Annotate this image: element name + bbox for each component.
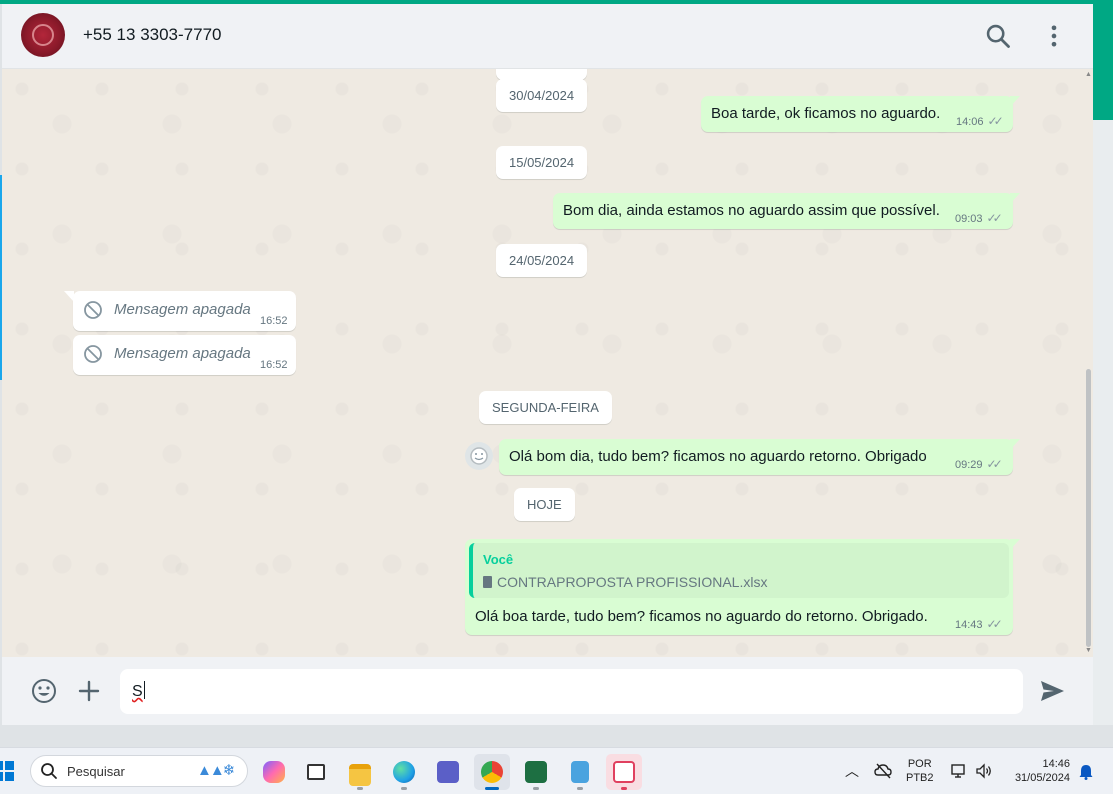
blocked-icon xyxy=(84,345,102,363)
message-meta: 09:03 ✓✓ xyxy=(955,211,1003,225)
message-text: Olá bom dia, tudo bem? ficamos no aguard… xyxy=(509,448,927,465)
background-window-edge xyxy=(1093,0,1113,793)
message-time: 16:52 xyxy=(260,315,288,327)
excel-icon xyxy=(525,761,547,783)
notepad-icon xyxy=(571,761,589,783)
copilot-app[interactable] xyxy=(256,754,292,790)
windows-start-icon[interactable] xyxy=(0,761,14,781)
taskbar-search-box[interactable]: Pesquisar ▲▲❄ xyxy=(30,755,248,787)
chrome-icon xyxy=(481,761,503,783)
search-icon xyxy=(41,763,57,779)
teams-icon xyxy=(437,761,459,783)
send-icon[interactable] xyxy=(1038,677,1066,705)
date-separator: SEGUNDA-FEIRA xyxy=(479,391,612,424)
menu-dots-icon[interactable] xyxy=(1040,22,1068,50)
message-meta: 14:43 ✓✓ xyxy=(955,617,1003,631)
double-check-icon: ✓✓ xyxy=(987,114,1004,128)
snipping-tool-app[interactable] xyxy=(606,754,642,790)
outgoing-message[interactable]: Bom dia, ainda estamos no aguardo assim … xyxy=(553,193,1013,229)
snipping-tool-icon xyxy=(613,761,635,783)
system-clock[interactable]: 14:46 31/05/2024 xyxy=(1008,757,1070,785)
quote-author: Você xyxy=(483,552,514,567)
typed-text: S xyxy=(132,683,143,700)
copilot-icon xyxy=(263,761,285,783)
message-text: Bom dia, ainda estamos no aguardo assim … xyxy=(563,202,940,219)
contact-avatar[interactable] xyxy=(21,13,65,57)
network-icon[interactable] xyxy=(950,762,968,780)
task-view-app[interactable] xyxy=(298,754,334,790)
quoted-message[interactable]: Você CONTRAPROPOSTA PROFISSIONAL.xlsx xyxy=(469,543,1009,598)
sender-avatar[interactable] xyxy=(465,442,493,470)
notification-bell-icon[interactable] xyxy=(1079,764,1093,780)
input-language-indicator[interactable]: POR PTB2 xyxy=(906,757,934,785)
message-text: Mensagem apagada xyxy=(114,345,251,362)
deleted-message[interactable]: Mensagem apagada 16:52 xyxy=(73,291,296,331)
double-check-icon: ✓✓ xyxy=(986,457,1003,471)
composer-bar: S xyxy=(2,657,1093,725)
date-separator: 24/05/2024 xyxy=(496,244,588,277)
tray-chevron-up-icon[interactable]: ︿ xyxy=(845,761,859,781)
search-icon[interactable] xyxy=(984,22,1012,50)
date-separator: HOJE xyxy=(514,488,575,521)
quoted-file: CONTRAPROPOSTA PROFISSIONAL.xlsx xyxy=(483,574,767,590)
edge-app[interactable] xyxy=(386,754,422,790)
deleted-message[interactable]: Mensagem apagada 16:52 xyxy=(73,335,296,375)
message-text: Olá boa tarde, tudo bem? ficamos no agua… xyxy=(475,608,928,625)
plus-icon[interactable] xyxy=(75,677,103,705)
message-time: 16:52 xyxy=(260,359,288,371)
message-input[interactable]: S xyxy=(120,669,1023,714)
message-meta: 09:29 ✓✓ xyxy=(955,457,1003,471)
chrome-app[interactable] xyxy=(474,754,510,790)
outgoing-message[interactable]: Boa tarde, ok ficamos no aguardo. 14:06 ✓… xyxy=(701,96,1013,132)
bubble-tail xyxy=(1010,193,1020,204)
folder-icon xyxy=(349,764,371,786)
search-highlight-icon: ▲▲❄ xyxy=(197,762,235,779)
smiley-avatar-icon xyxy=(470,447,488,465)
message-text: Boa tarde, ok ficamos no aguardo. xyxy=(711,105,941,122)
chat-header[interactable]: +55 13 3303-7770 xyxy=(2,4,1093,69)
message-text: Mensagem apagada xyxy=(114,301,251,318)
onedrive-offline-icon[interactable] xyxy=(874,762,892,780)
message-meta: 14:06 ✓✓ xyxy=(956,114,1004,128)
bubble-tail xyxy=(1010,539,1020,550)
notepad-app[interactable] xyxy=(562,754,598,790)
contact-name[interactable]: +55 13 3303-7770 xyxy=(83,25,222,45)
text-caret xyxy=(143,681,145,699)
edge-icon xyxy=(393,761,415,783)
window-bottom-margin xyxy=(0,725,1113,747)
bubble-tail xyxy=(1010,96,1020,107)
teams-app[interactable] xyxy=(430,754,466,790)
document-icon xyxy=(483,576,492,588)
scroll-up-arrow[interactable]: ▲ xyxy=(1085,71,1092,78)
bubble-tail xyxy=(1010,439,1020,450)
date-separator: 15/05/2024 xyxy=(496,146,588,179)
double-check-icon: ✓✓ xyxy=(986,211,1003,225)
scrollbar-thumb[interactable] xyxy=(1086,369,1091,647)
scroll-down-arrow[interactable]: ▼ xyxy=(1085,647,1092,654)
task-view-icon xyxy=(307,764,325,780)
file-explorer-app[interactable] xyxy=(342,754,378,790)
windows-taskbar: Pesquisar ▲▲❄ ︿ POR PTB2 14:46 31/05/2024 xyxy=(0,747,1113,794)
message-list[interactable]: 30/04/2024 30/04/2024 Boa tarde, ok fica… xyxy=(2,69,1093,657)
outgoing-message[interactable]: Olá bom dia, tudo bem? ficamos no aguard… xyxy=(499,439,1013,475)
date-separator: 30/04/2024 xyxy=(496,79,588,112)
outgoing-reply-message[interactable]: Você CONTRAPROPOSTA PROFISSIONAL.xlsx Ol… xyxy=(465,539,1013,635)
excel-app[interactable] xyxy=(518,754,554,790)
double-check-icon: ✓✓ xyxy=(986,617,1003,631)
volume-icon[interactable] xyxy=(975,762,993,780)
search-placeholder: Pesquisar xyxy=(67,764,125,779)
blocked-icon xyxy=(84,301,102,319)
emoji-icon[interactable] xyxy=(30,677,58,705)
